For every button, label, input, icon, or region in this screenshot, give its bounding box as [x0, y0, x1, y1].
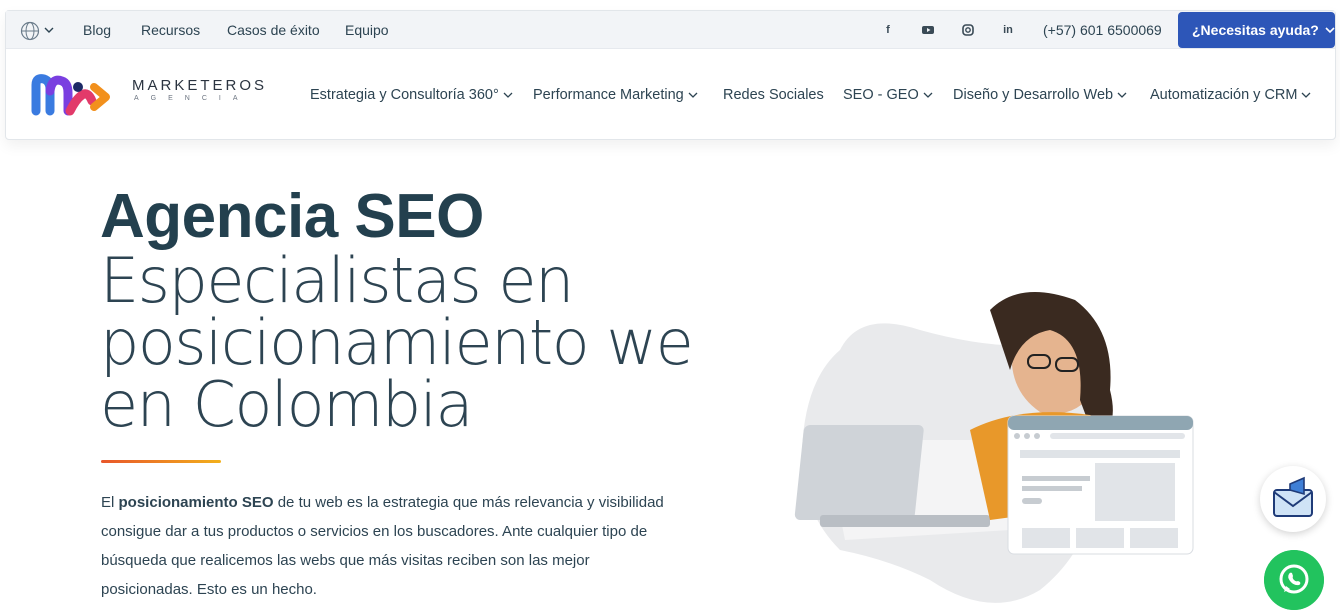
help-button-label: ¿Necesitas ayuda?	[1192, 22, 1319, 38]
marketeros-logo[interactable]	[30, 71, 122, 117]
chevron-down-icon	[1302, 92, 1311, 98]
chevron-down-icon	[688, 92, 698, 98]
chevron-down-icon	[1325, 27, 1335, 34]
chevron-down-icon	[923, 92, 933, 98]
nav-item-estrategia[interactable]: Estrategia y Consultoría 360°	[310, 87, 513, 103]
hero-illustration	[690, 180, 1235, 615]
intro-paragraph: El posicionamiento SEO de tu web es la e…	[101, 488, 681, 604]
topbar-link-recursos[interactable]: Recursos	[141, 22, 200, 38]
nav-item-label: Redes Sociales	[723, 87, 824, 103]
whatsapp-icon[interactable]	[1264, 550, 1324, 610]
newsletter-mail-icon[interactable]	[1260, 466, 1326, 532]
instagram-icon[interactable]	[961, 23, 975, 37]
page-subtitle: Especialistas en posicionamiento web en …	[100, 244, 732, 441]
nav-item-redes[interactable]: Redes Sociales	[723, 87, 824, 103]
chevron-down-icon	[1117, 92, 1127, 98]
phone-number[interactable]: (+57) 601 6500069	[1043, 22, 1162, 38]
facebook-icon[interactable]: f	[881, 23, 895, 37]
nav-item-label: Automatización y CRM	[1150, 87, 1298, 103]
para-bold: posicionamiento SEO	[118, 494, 274, 511]
subtitle-line: Especialistas en	[100, 244, 574, 317]
nav-item-performance[interactable]: Performance Marketing	[533, 87, 698, 103]
logo-subword: AGENCIA	[134, 95, 250, 102]
nav-item-diseno[interactable]: Diseño y Desarrollo Web	[953, 87, 1127, 103]
nav-item-label: Diseño y Desarrollo Web	[953, 87, 1114, 103]
help-button[interactable]: ¿Necesitas ayuda?	[1178, 12, 1335, 48]
para-prefix: El	[101, 494, 119, 511]
nav-item-label: SEO - GEO	[843, 87, 919, 103]
topbar-link-casos[interactable]: Casos de éxito	[227, 22, 320, 38]
nav-item-automatizacion[interactable]: Automatización y CRM	[1150, 87, 1311, 103]
nav-item-seo[interactable]: SEO - GEO	[843, 87, 933, 103]
site-header: Blog Recursos Casos de éxito Equipo f in…	[5, 10, 1336, 140]
subtitle-line: posicionamiento web	[100, 306, 732, 379]
linkedin-icon[interactable]: in	[1001, 23, 1015, 37]
globe-icon[interactable]	[20, 21, 40, 41]
chevron-down-icon[interactable]	[44, 25, 54, 35]
subtitle-line: en Colombia	[100, 368, 474, 441]
topbar-link-blog[interactable]: Blog	[83, 22, 111, 38]
top-bar: Blog Recursos Casos de éxito Equipo f in…	[6, 11, 1335, 49]
page-title: Agencia SEO	[100, 182, 484, 251]
nav-item-label: Estrategia y Consultoría 360°	[310, 87, 499, 103]
topbar-link-equipo[interactable]: Equipo	[345, 22, 389, 38]
accent-divider	[101, 460, 221, 463]
nav-item-label: Performance Marketing	[533, 87, 684, 103]
logo-wordmark: MARKETEROS	[132, 77, 268, 94]
chevron-down-icon	[503, 92, 513, 98]
youtube-icon[interactable]	[921, 23, 935, 37]
